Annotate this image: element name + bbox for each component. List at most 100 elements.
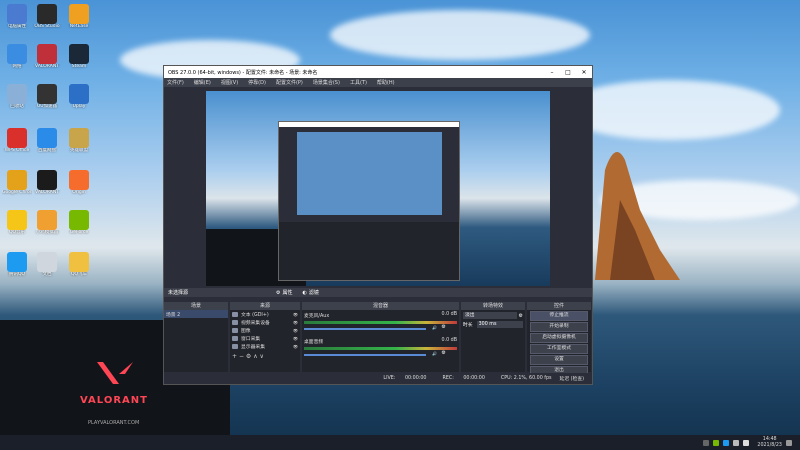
maximize-icon[interactable]: □: [560, 69, 576, 76]
control-button[interactable]: 设置: [530, 355, 588, 365]
rec-status: REC: 00:00:00: [442, 375, 485, 381]
duration-input[interactable]: 300 ms: [476, 321, 523, 328]
source-item[interactable]: 视频采集设备 👁: [230, 318, 300, 326]
app-icon: [7, 128, 27, 148]
volume-icon[interactable]: [743, 439, 750, 446]
shortcut-label: WPS Office: [4, 148, 30, 153]
app-icon: [37, 44, 57, 64]
obs-window[interactable]: OBS 27.0.0 (64-bit, windows) - 配置文件: 未命名…: [163, 65, 593, 385]
visibility-icon[interactable]: 👁: [293, 320, 298, 325]
desktop-shortcut[interactable]: Google Chrome: [2, 170, 32, 196]
network-icon[interactable]: [733, 439, 740, 446]
desktop-shortcut[interactable]: QQ飞车: [64, 252, 94, 278]
notification-icon[interactable]: [786, 439, 792, 446]
desktop-shortcut[interactable]: 回收站: [2, 84, 32, 110]
shortcut-label: 文档: [42, 272, 52, 277]
chevron-down-icon[interactable]: ∨: [260, 353, 264, 360]
control-button[interactable]: 工作室模式: [530, 344, 588, 354]
desktop-shortcut[interactable]: 文档: [32, 252, 62, 278]
status-bar: LIVE: 00:00:00 REC: 00:00:00 CPU: 2.1%, …: [164, 373, 592, 383]
visibility-icon[interactable]: 👁: [293, 312, 298, 317]
gear-icon[interactable]: ⚙: [246, 353, 251, 360]
source-item[interactable]: 显示器采集 👁: [230, 342, 300, 350]
source-type-icon: [232, 319, 238, 325]
control-button[interactable]: 启动虚拟摄像机: [530, 333, 588, 343]
sources-dock-header: 来源: [230, 302, 300, 310]
speaker-icon[interactable]: 🔊: [432, 325, 437, 330]
valorant-logo-icon: [97, 362, 133, 384]
gear-icon[interactable]: ⚙: [519, 313, 523, 319]
menu-item[interactable]: 场景集合(S): [313, 79, 340, 86]
desktop-shortcut[interactable]: VALORANT: [32, 170, 62, 196]
desktop-shortcut[interactable]: 百度网盘: [32, 128, 62, 154]
chevron-up-icon[interactable]: [703, 439, 710, 446]
desktop-shortcut[interactable]: OBS Studio: [32, 4, 62, 30]
gear-icon[interactable]: ⚙: [441, 324, 445, 330]
desktop-shortcut[interactable]: 网络: [2, 44, 32, 70]
close-icon[interactable]: ✕: [576, 69, 592, 76]
app-icon: [37, 4, 57, 24]
desktop-shortcut[interactable]: VALORANT: [32, 44, 62, 70]
control-button[interactable]: 停止推流: [530, 311, 588, 321]
qq-tray-icon[interactable]: [723, 439, 730, 446]
gear-icon[interactable]: ⚙: [276, 290, 280, 296]
desktop-shortcut[interactable]: 电脑属性: [2, 4, 32, 30]
visibility-icon[interactable]: 👁: [293, 328, 298, 333]
remove-icon[interactable]: −: [239, 353, 244, 360]
shortcut-label: 百度网盘: [38, 148, 56, 153]
add-icon[interactable]: +: [232, 353, 237, 360]
menu-item[interactable]: 文件(F): [167, 79, 184, 86]
scene-item[interactable]: 场景 2: [164, 310, 228, 318]
speaker-icon[interactable]: 🔊: [432, 351, 437, 356]
scenes-dock-header: 场景: [164, 302, 228, 310]
desktop-shortcut[interactable]: NetEase: [64, 4, 94, 30]
app-icon: [37, 252, 57, 272]
app-icon: [37, 210, 57, 230]
preview-canvas[interactable]: [206, 91, 550, 286]
menu-item[interactable]: 停靠(D): [248, 79, 266, 86]
gear-icon[interactable]: ⚙: [441, 350, 445, 356]
volume-slider[interactable]: [304, 327, 427, 330]
desktop-shortcut[interactable]: 腾讯QQ: [2, 252, 32, 278]
minimize-icon[interactable]: –: [544, 69, 560, 76]
source-label: 图像: [241, 328, 251, 334]
desktop-shortcut[interactable]: QQ音乐: [2, 210, 32, 236]
shortcut-label: 小鸡模拟器: [35, 230, 59, 235]
filter-icon[interactable]: ◐: [303, 290, 307, 296]
transition-select[interactable]: 淡出: [463, 312, 517, 319]
properties-button[interactable]: 属性: [283, 289, 293, 296]
mixer-track: 麦克风/Aux 0.0 dB 🔊 ⚙: [302, 310, 459, 336]
visibility-icon[interactable]: 👁: [293, 336, 298, 341]
menu-item[interactable]: 编辑(E): [194, 79, 211, 86]
cpu-status: CPU: 2.1%, 60.00 fps: [500, 375, 552, 381]
control-button[interactable]: 开始录制: [530, 322, 588, 332]
desktop-shortcut[interactable]: 英雄联盟: [64, 128, 94, 154]
filters-button[interactable]: 滤镜: [309, 289, 319, 296]
clock[interactable]: 14:48 2021/8/23: [757, 437, 782, 449]
source-item[interactable]: 文本 (GDI+) 👁: [230, 310, 300, 318]
shortcut-label: QQ音乐: [8, 230, 26, 235]
desktop-shortcut[interactable]: 小鸡模拟器: [32, 210, 62, 236]
visibility-icon[interactable]: 👁: [293, 344, 298, 349]
source-item[interactable]: 图像 👁: [230, 326, 300, 334]
chevron-up-icon[interactable]: ∧: [253, 353, 257, 360]
desktop-shortcut[interactable]: GeForce: [64, 210, 94, 236]
menu-item[interactable]: 帮助(H): [377, 79, 395, 86]
source-item[interactable]: 窗口采集 👁: [230, 334, 300, 342]
desktop-shortcut[interactable]: Steam: [64, 44, 94, 70]
desktop-shortcut[interactable]: UU加速器: [32, 84, 62, 110]
menu-item[interactable]: 工具(T): [350, 79, 367, 86]
desktop-shortcut[interactable]: WPS Office: [2, 128, 32, 154]
shortcut-label: UU加速器: [36, 104, 58, 109]
shortcut-label: 网络: [12, 64, 22, 69]
volume-slider[interactable]: [304, 353, 427, 356]
desktop-shortcut[interactable]: Origin: [64, 170, 94, 196]
desktop-shortcut[interactable]: Uplay: [64, 84, 94, 110]
track-name: 桌面音频: [304, 340, 324, 345]
menu-item[interactable]: 配置文件(P): [276, 79, 303, 86]
menu-item[interactable]: 视图(V): [221, 79, 238, 86]
shortcut-label: 腾讯QQ: [8, 272, 26, 277]
sources-dock: 文本 (GDI+) 👁 视频采集设备 👁 图像 👁 窗口采集 👁 显示器采集 👁 + − ⚙ ∧ ∨: [230, 310, 300, 372]
geforce-tray-icon[interactable]: [713, 439, 720, 446]
delay-status: 延迟 (检查): [559, 376, 584, 382]
